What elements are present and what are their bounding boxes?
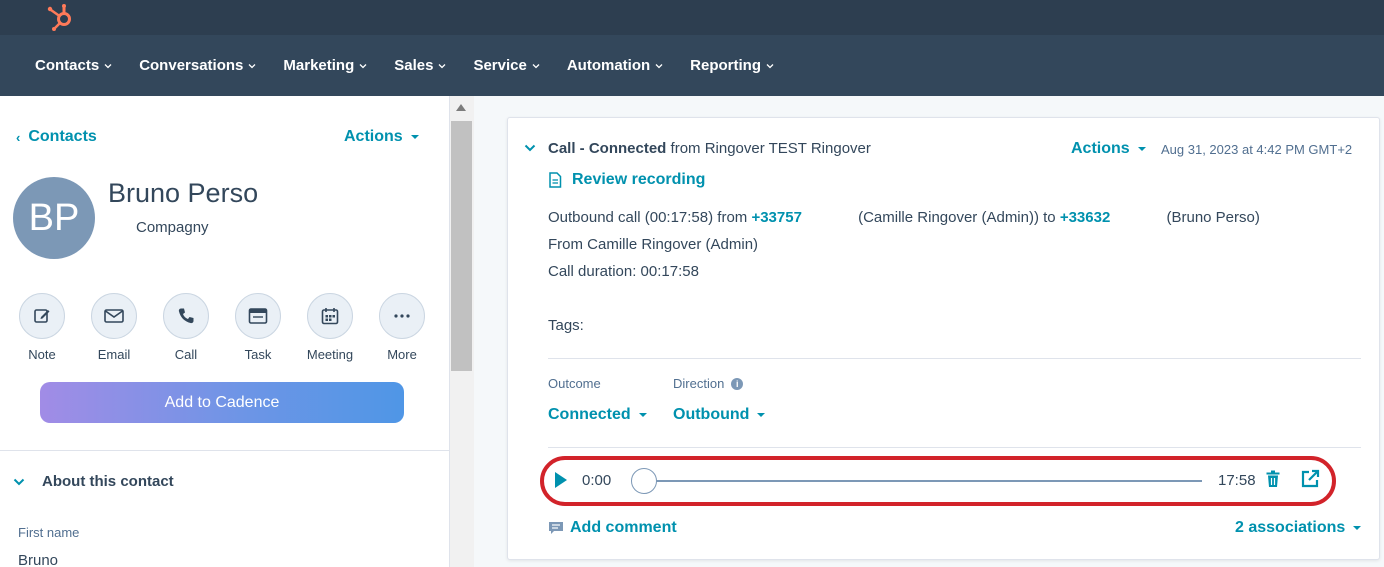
chevron-down-icon xyxy=(13,478,25,485)
add-comment-button[interactable]: Add comment xyxy=(548,519,677,537)
phone-icon xyxy=(178,308,194,324)
caret-down-icon xyxy=(1137,147,1146,151)
seek-track[interactable] xyxy=(646,480,1202,482)
nav-marketing[interactable]: Marketing xyxy=(283,57,367,74)
contact-actions-dropdown[interactable]: Actions xyxy=(344,128,419,146)
email-action[interactable]: Email xyxy=(91,293,137,362)
outcome-dropdown[interactable]: Connected xyxy=(548,406,647,424)
chevron-down-icon xyxy=(104,63,112,68)
chevron-down-icon xyxy=(766,63,774,68)
audio-player: 0:00 17:58 xyxy=(540,456,1336,506)
avatar: BP xyxy=(13,177,95,259)
meeting-action[interactable]: Meeting xyxy=(307,293,353,362)
call-action[interactable]: Call xyxy=(163,293,209,362)
contact-name: Bruno Perso xyxy=(108,178,259,208)
back-to-contacts-link[interactable]: ‹ Contacts xyxy=(16,128,97,146)
nav-contacts[interactable]: Contacts xyxy=(35,57,112,74)
trash-icon[interactable] xyxy=(1266,470,1280,488)
pencil-icon xyxy=(34,309,50,323)
outcome-label: Outcome xyxy=(548,376,601,391)
more-action[interactable]: More xyxy=(379,293,425,362)
play-icon[interactable] xyxy=(555,472,567,488)
divider xyxy=(0,450,450,451)
associations-dropdown[interactable]: 2 associations xyxy=(1235,519,1362,537)
main-nav: Contacts Conversations Marketing Sales S… xyxy=(0,35,1384,96)
nav-automation[interactable]: Automation xyxy=(567,57,663,74)
total-time: 17:58 xyxy=(1218,472,1256,489)
ellipsis-icon xyxy=(394,314,410,318)
scroll-up-arrow-icon[interactable] xyxy=(456,104,466,111)
nav-service[interactable]: Service xyxy=(473,57,540,74)
call-title: Call - Connected from Ringover TEST Ring… xyxy=(548,140,871,157)
calendar-icon xyxy=(321,308,339,325)
first-name-label: First name xyxy=(18,525,80,540)
hubspot-logo-icon[interactable] xyxy=(44,2,74,32)
top-bar xyxy=(0,0,1384,35)
divider xyxy=(548,447,1361,448)
nav-reporting[interactable]: Reporting xyxy=(690,57,774,74)
direction-label: Direction i xyxy=(673,376,744,391)
call-summary-line: Outbound call (00:17:58) from +33757 (Ca… xyxy=(548,209,1260,226)
nav-conversations[interactable]: Conversations xyxy=(139,57,256,74)
chevron-down-icon xyxy=(655,63,663,68)
document-icon xyxy=(549,172,562,188)
caret-down-icon xyxy=(638,413,647,417)
task-icon xyxy=(248,308,268,324)
chevron-down-icon xyxy=(248,63,256,68)
info-icon[interactable]: i xyxy=(731,377,744,390)
divider xyxy=(548,358,1361,359)
contact-sidebar: ‹ Contacts Actions BP Bruno Perso Compag… xyxy=(0,96,450,567)
task-action[interactable]: Task xyxy=(235,293,281,362)
to-number-link[interactable]: +33632 xyxy=(1060,209,1110,226)
call-duration-line: Call duration: 00:17:58 xyxy=(548,263,699,280)
tags-label: Tags: xyxy=(548,317,584,334)
call-actions-dropdown[interactable]: Actions xyxy=(1071,140,1146,158)
contact-company: Compagny xyxy=(136,219,209,236)
nav-sales[interactable]: Sales xyxy=(394,57,446,74)
caret-down-icon xyxy=(410,135,419,139)
note-action[interactable]: Note xyxy=(19,293,65,362)
caret-down-icon xyxy=(757,413,766,417)
comment-icon xyxy=(549,522,563,534)
about-section-toggle[interactable]: About this contact xyxy=(13,473,174,490)
add-to-cadence-button[interactable]: Add to Cadence xyxy=(40,382,404,423)
chevron-down-icon xyxy=(438,63,446,68)
external-link-icon[interactable] xyxy=(1300,469,1320,489)
scroll-thumb[interactable] xyxy=(451,121,472,371)
caret-down-icon xyxy=(1353,526,1362,530)
envelope-icon xyxy=(104,309,124,323)
quick-actions: Note Email Call Task Meeting More xyxy=(19,293,451,362)
chevron-down-icon xyxy=(359,63,367,68)
sidebar-scrollbar[interactable] xyxy=(450,96,474,567)
from-number-link[interactable]: +33757 xyxy=(751,209,801,226)
current-time: 0:00 xyxy=(582,472,612,489)
chevron-left-icon: ‹ xyxy=(16,129,21,145)
call-from-line: From Camille Ringover (Admin) xyxy=(548,236,759,253)
chevron-down-icon xyxy=(532,63,540,68)
chevron-down-icon[interactable] xyxy=(524,144,536,152)
first-name-value[interactable]: Bruno xyxy=(18,552,58,567)
review-recording-link[interactable]: Review recording xyxy=(548,171,705,189)
call-timestamp: Aug 31, 2023 at 4:42 PM GMT+2 xyxy=(1161,142,1353,157)
direction-dropdown[interactable]: Outbound xyxy=(673,406,766,424)
call-activity-card: Call - Connected from Ringover TEST Ring… xyxy=(507,117,1380,560)
seek-handle[interactable] xyxy=(631,468,657,494)
